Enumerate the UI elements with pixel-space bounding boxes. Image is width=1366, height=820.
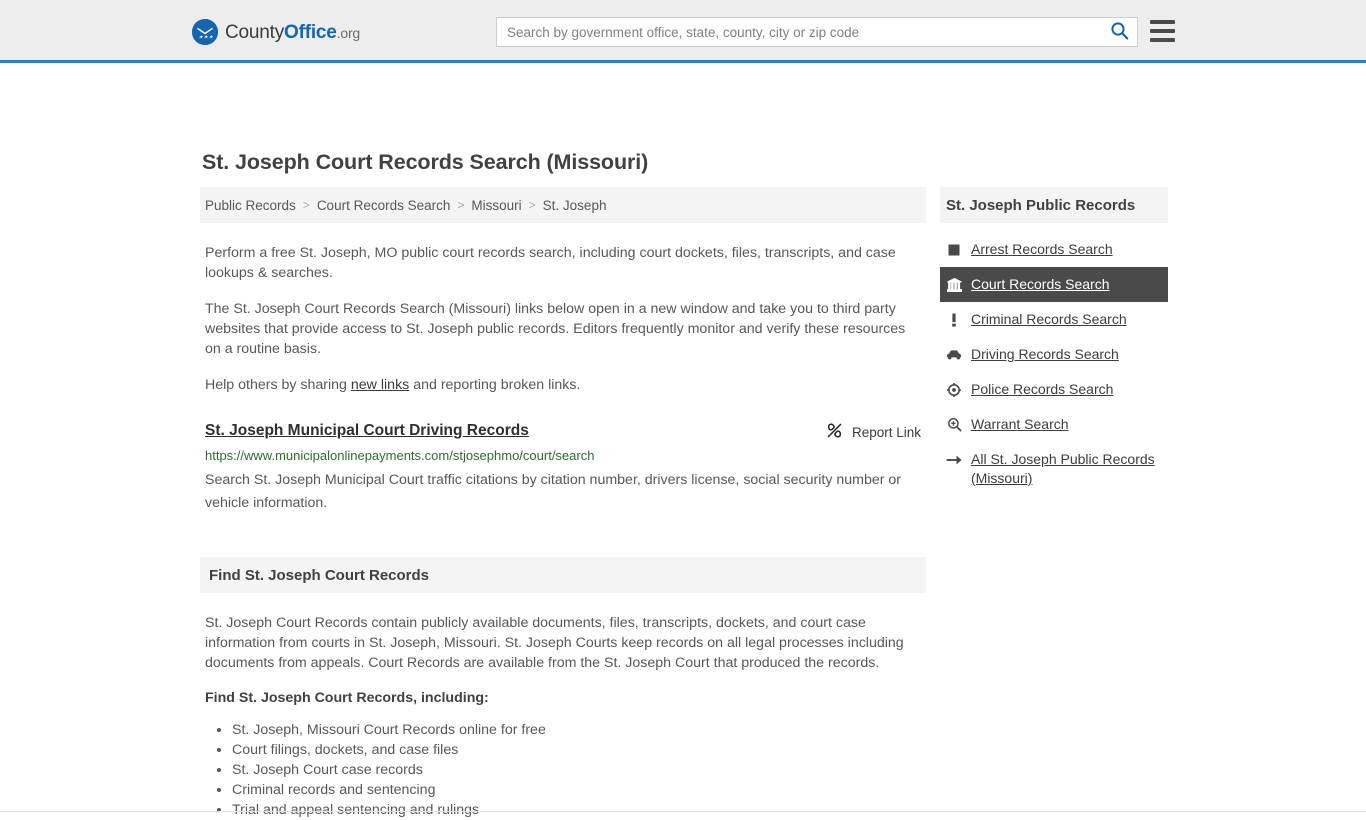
intro-help-paragraph: Help others by sharing new links and rep… [200, 375, 926, 395]
hamburger-bar [1150, 38, 1175, 42]
sidebar-list-item: All St. Joseph Public Records (Missouri) [940, 442, 1168, 496]
brand-name-office: Office [284, 21, 337, 43]
page-title: St. Joseph Court Records Search (Missour… [202, 150, 649, 174]
intro-paragraph-2: The St. Joseph Court Records Search (Mis… [205, 301, 906, 357]
square-icon [946, 240, 962, 259]
new-links-link[interactable]: new links [351, 377, 409, 393]
find-records-heading: Find St. Joseph Court Records [200, 557, 926, 593]
courthouse-icon [946, 275, 962, 294]
exclamation-icon [946, 310, 962, 329]
breadcrumb-separator: > [528, 198, 536, 212]
list-item: St. Joseph, Missouri Court Records onlin… [232, 720, 926, 740]
sidebar-item-label: Driving Records Search [971, 346, 1119, 362]
sidebar-item-label: Police Records Search [971, 381, 1114, 397]
hamburger-menu-icon[interactable] [1150, 20, 1175, 42]
breadcrumb-item-public-records[interactable]: Public Records [205, 198, 296, 213]
result-url[interactable]: https://www.municipalonlinepayments.com/… [205, 448, 921, 464]
search-button[interactable] [1101, 18, 1137, 46]
help-suffix-text: and reporting broken links. [409, 377, 581, 393]
sidebar-list: Arrest Records Search Court Records Sear… [940, 232, 1168, 496]
result-title-link[interactable]: St. Joseph Municipal Court Driving Recor… [205, 421, 529, 441]
sidebar-item-warrant-search[interactable]: Warrant Search [940, 407, 1168, 442]
breadcrumb: Public Records > Court Records Search > … [200, 187, 926, 223]
breadcrumb-item-court-records-search[interactable]: Court Records Search [317, 198, 451, 213]
hamburger-bar [1150, 29, 1175, 33]
sidebar-item-arrest-records-search[interactable]: Arrest Records Search [940, 232, 1168, 267]
sidebar-heading: St. Joseph Public Records [940, 187, 1168, 223]
sidebar-item-label: Warrant Search [971, 416, 1069, 432]
sidebar-list-item: Police Records Search [940, 372, 1168, 407]
list-item: St. Joseph Court case records [232, 760, 926, 780]
car-icon [946, 345, 962, 364]
sidebar-list-item: Driving Records Search [940, 337, 1168, 372]
search-bar[interactable] [496, 17, 1138, 47]
sidebar-item-court-records-search[interactable]: Court Records Search [940, 267, 1168, 302]
intro-paragraph-1: Perform a free St. Joseph, MO public cou… [205, 245, 896, 281]
site-logo[interactable]: CountyOffice.org [192, 19, 360, 45]
eagle-shield-logo-icon [192, 19, 218, 45]
magnifier-plus-icon [946, 415, 962, 434]
find-records-section: Find St. Joseph Court Records St. Joseph… [200, 557, 926, 820]
sidebar-list-item: Criminal Records Search [940, 302, 1168, 337]
broken-link-icon [826, 422, 843, 442]
breadcrumb-separator: > [302, 198, 310, 212]
badge-target-icon [946, 380, 962, 399]
brand-name-county: County [225, 21, 285, 43]
sidebar-item-label: All St. Joseph Public Records (Missouri) [971, 451, 1155, 486]
site-header: CountyOffice.org [0, 0, 1366, 63]
sidebar-list-item: Warrant Search [940, 407, 1168, 442]
sidebar-item-label: Arrest Records Search [971, 241, 1113, 257]
list-item: Criminal records and sentencing [232, 780, 926, 800]
find-records-subheading: Find St. Joseph Court Records, including… [205, 690, 489, 706]
find-records-body: St. Joseph Court Records contain publicl… [205, 615, 904, 671]
arrow-right-icon [946, 450, 962, 469]
hamburger-bar [1150, 20, 1175, 24]
search-result-item: St. Joseph Municipal Court Driving Recor… [200, 421, 926, 515]
sidebar-item-criminal-records-search[interactable]: Criminal Records Search [940, 302, 1168, 337]
sidebar-item-police-records-search[interactable]: Police Records Search [940, 372, 1168, 407]
find-records-list: St. Joseph, Missouri Court Records onlin… [200, 720, 926, 820]
sidebar-list-item: Arrest Records Search [940, 232, 1168, 267]
brand-name-org: .org [336, 24, 361, 41]
sidebar-item-all-public-records[interactable]: All St. Joseph Public Records (Missouri) [940, 442, 1168, 496]
sidebar-item-label: Court Records Search [971, 276, 1110, 292]
search-icon [1110, 21, 1129, 43]
breadcrumb-separator: > [457, 198, 465, 212]
list-item: Court filings, dockets, and case files [232, 740, 926, 760]
search-input[interactable] [497, 18, 1101, 46]
sidebar-list-item: Court Records Search [940, 267, 1168, 302]
result-description: Search St. Joseph Municipal Court traffi… [205, 472, 902, 511]
report-link-button[interactable]: Report Link [826, 422, 921, 442]
sidebar-item-label: Criminal Records Search [971, 311, 1127, 327]
report-link-label: Report Link [851, 424, 921, 440]
sidebar: St. Joseph Public Records Arrest Records… [940, 187, 1168, 496]
sidebar-item-driving-records-search[interactable]: Driving Records Search [940, 337, 1168, 372]
help-prefix-text: Help others by sharing [205, 377, 351, 393]
page-bottom-divider [0, 811, 1366, 812]
main-content-column: Public Records > Court Records Search > … [200, 187, 926, 820]
breadcrumb-item-st-joseph: St. Joseph [542, 197, 607, 213]
breadcrumb-item-missouri[interactable]: Missouri [471, 198, 521, 213]
